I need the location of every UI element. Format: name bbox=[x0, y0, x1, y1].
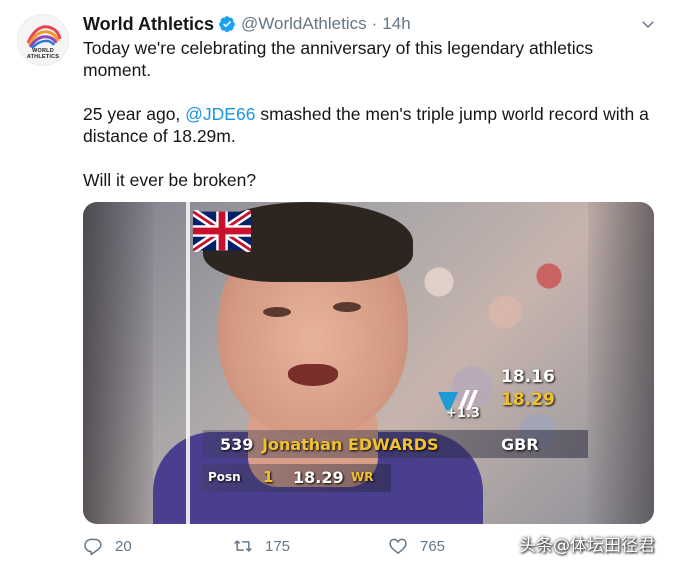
tweet-text-line1: Today we're celebrating the anniversary … bbox=[83, 38, 594, 80]
retweet-icon bbox=[234, 540, 252, 552]
retweet-count: 175 bbox=[265, 537, 291, 555]
like-count: 765 bbox=[420, 537, 446, 555]
separator-dot: · bbox=[371, 14, 378, 33]
overlay-posn-label: Posn bbox=[208, 470, 241, 484]
avatar-logo-text: WORLD ATHLETICS bbox=[26, 48, 60, 60]
avatar[interactable]: WORLD ATHLETICS bbox=[17, 14, 69, 66]
overlay-record-tag: WR bbox=[351, 470, 374, 484]
verified-badge-icon bbox=[219, 16, 235, 33]
reply-button[interactable]: 20 bbox=[83, 536, 132, 556]
overlay-country: GBR bbox=[501, 435, 539, 454]
union-jack-flag-icon bbox=[193, 210, 251, 252]
tweet-header: World Athletics @WorldAthletics · 14h bbox=[83, 13, 657, 35]
mention-link[interactable]: @JDE66 bbox=[185, 104, 255, 124]
tweet-media-image[interactable]: 18.16 18.29 +1.3 539 Jonathan EDWARDS GB… bbox=[83, 202, 654, 524]
author-handle[interactable]: @WorldAthletics bbox=[241, 14, 367, 34]
overlay-score-current: 18.29 bbox=[501, 390, 555, 410]
tweet-text: Today we're celebrating the anniversary … bbox=[83, 37, 663, 191]
overlay-posn-value: 1 bbox=[263, 468, 274, 486]
tweet: WORLD ATHLETICS World Athletics @WorldAt… bbox=[0, 0, 677, 567]
author-name[interactable]: World Athletics bbox=[83, 14, 214, 35]
overlay-wind: +1.3 bbox=[446, 406, 480, 421]
reply-icon bbox=[84, 538, 102, 556]
overlay-athlete-name: Jonathan EDWARDS bbox=[262, 435, 439, 454]
reply-count: 20 bbox=[115, 537, 132, 555]
like-button[interactable]: 765 bbox=[388, 536, 445, 556]
watermark: 头条@体坛田径君 bbox=[519, 536, 655, 556]
overlay-posn-mark: 18.29 bbox=[293, 468, 344, 487]
tweet-text-question: Will it ever be broken? bbox=[83, 170, 257, 190]
overlay-score-previous: 18.16 bbox=[501, 367, 555, 387]
overlay-bib-number: 539 bbox=[220, 435, 254, 454]
pole bbox=[186, 202, 190, 524]
tweet-text-paragraph2: 25 year ago, @JDE66 smashed the men's tr… bbox=[83, 104, 649, 146]
timestamp[interactable]: 14h bbox=[382, 14, 410, 34]
chevron-down-icon[interactable] bbox=[639, 15, 657, 33]
retweet-button[interactable]: 175 bbox=[233, 536, 290, 556]
like-icon bbox=[389, 538, 407, 555]
